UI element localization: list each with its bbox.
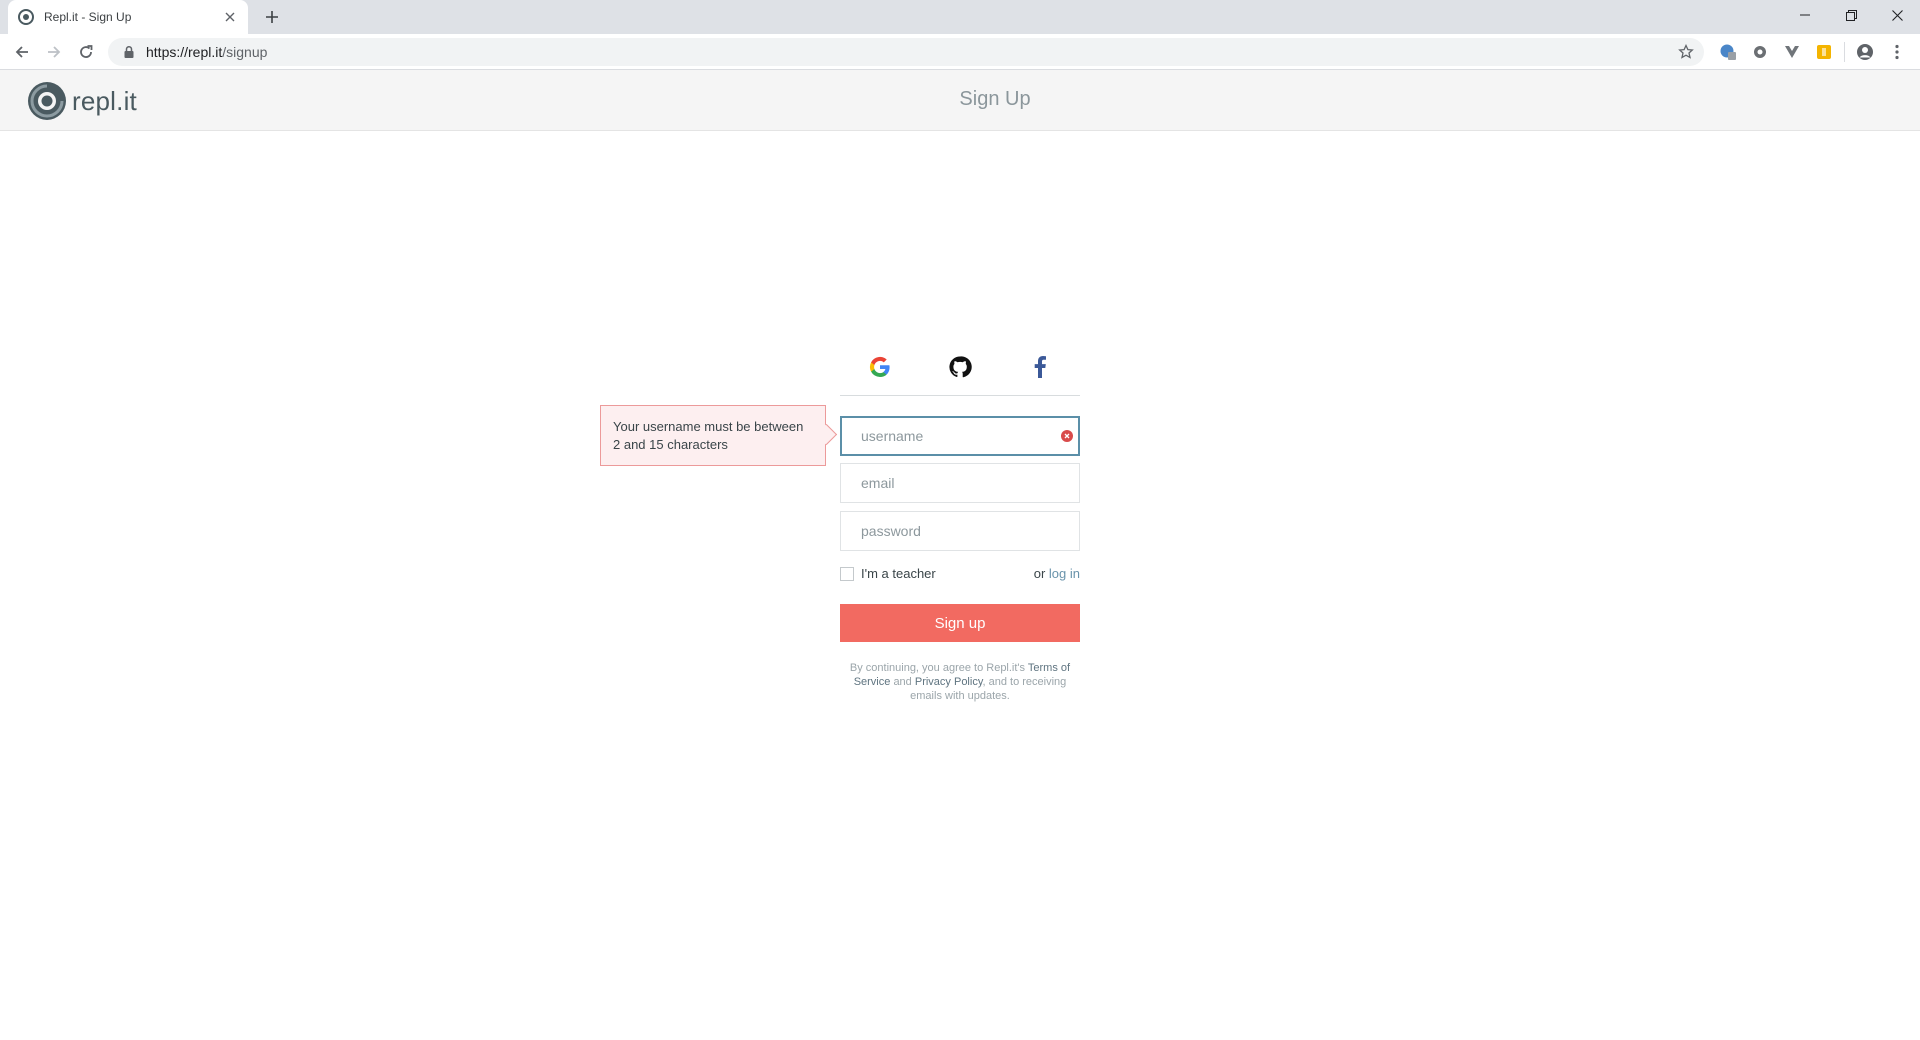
forward-arrow-icon[interactable] [38, 36, 70, 68]
close-tab-icon[interactable] [222, 9, 238, 25]
google-login-icon[interactable] [865, 352, 895, 382]
browser-tab-bar: Repl.it - Sign Up [0, 0, 1920, 34]
teacher-checkbox[interactable] [840, 566, 854, 581]
back-arrow-icon[interactable] [6, 36, 38, 68]
url-text: https://repl.it/signup [146, 44, 267, 60]
url-host: https://repl.it [146, 44, 223, 60]
reload-icon[interactable] [70, 36, 102, 68]
facebook-login-icon[interactable] [1025, 352, 1055, 382]
browser-menu-icon[interactable] [1881, 36, 1913, 68]
terms-notice: By continuing, you agree to Repl.it's Te… [838, 661, 1082, 703]
or-text: or [1033, 566, 1046, 581]
browser-tab[interactable]: Repl.it - Sign Up [8, 0, 248, 34]
teacher-label: I'm a teacher [861, 566, 936, 581]
url-path: /signup [222, 44, 268, 60]
username-input[interactable] [840, 416, 1080, 456]
extensions-area [1712, 34, 1913, 70]
password-input[interactable] [840, 511, 1080, 551]
bookmark-star-icon[interactable] [1678, 44, 1694, 60]
page-title: Sign Up [959, 88, 1031, 110]
minimize-icon[interactable] [1782, 0, 1828, 30]
site-header: repl.it Sign Up [0, 70, 1920, 131]
gear-extension-icon[interactable] [1744, 36, 1776, 68]
address-bar[interactable]: https://repl.it/signup [108, 38, 1704, 66]
email-input[interactable] [840, 463, 1080, 503]
vue-extension-icon[interactable] [1776, 36, 1808, 68]
login-prompt: or log in [1034, 566, 1080, 581]
tab-title: Repl.it - Sign Up [44, 10, 132, 24]
yellow-extension-icon[interactable] [1808, 36, 1840, 68]
close-window-icon[interactable] [1874, 0, 1920, 30]
profile-avatar-icon[interactable] [1849, 36, 1881, 68]
error-icon [1061, 430, 1073, 442]
translate-extension-icon[interactable] [1712, 36, 1744, 68]
lock-icon[interactable] [122, 45, 136, 59]
privacy-policy-link[interactable]: Privacy Policy [915, 676, 983, 688]
toolbar-separator [1844, 42, 1845, 62]
restore-icon[interactable] [1828, 0, 1874, 30]
terms-and-text: and [893, 676, 912, 688]
browser-toolbar: https://repl.it/signup [0, 34, 1920, 70]
login-link[interactable]: log in [1049, 566, 1080, 581]
username-error-tooltip: Your username must be between 2 and 15 c… [600, 405, 826, 466]
terms-prefix: By continuing, you agree to Repl.it's [849, 662, 1026, 674]
window-controls [1782, 0, 1920, 30]
new-tab-icon[interactable] [262, 7, 282, 27]
signup-button[interactable]: Sign up [840, 604, 1080, 642]
teacher-checkbox-row[interactable]: I'm a teacher [840, 566, 936, 581]
github-login-icon[interactable] [945, 352, 975, 382]
social-login-row [840, 342, 1080, 396]
replit-favicon-icon [18, 9, 34, 25]
